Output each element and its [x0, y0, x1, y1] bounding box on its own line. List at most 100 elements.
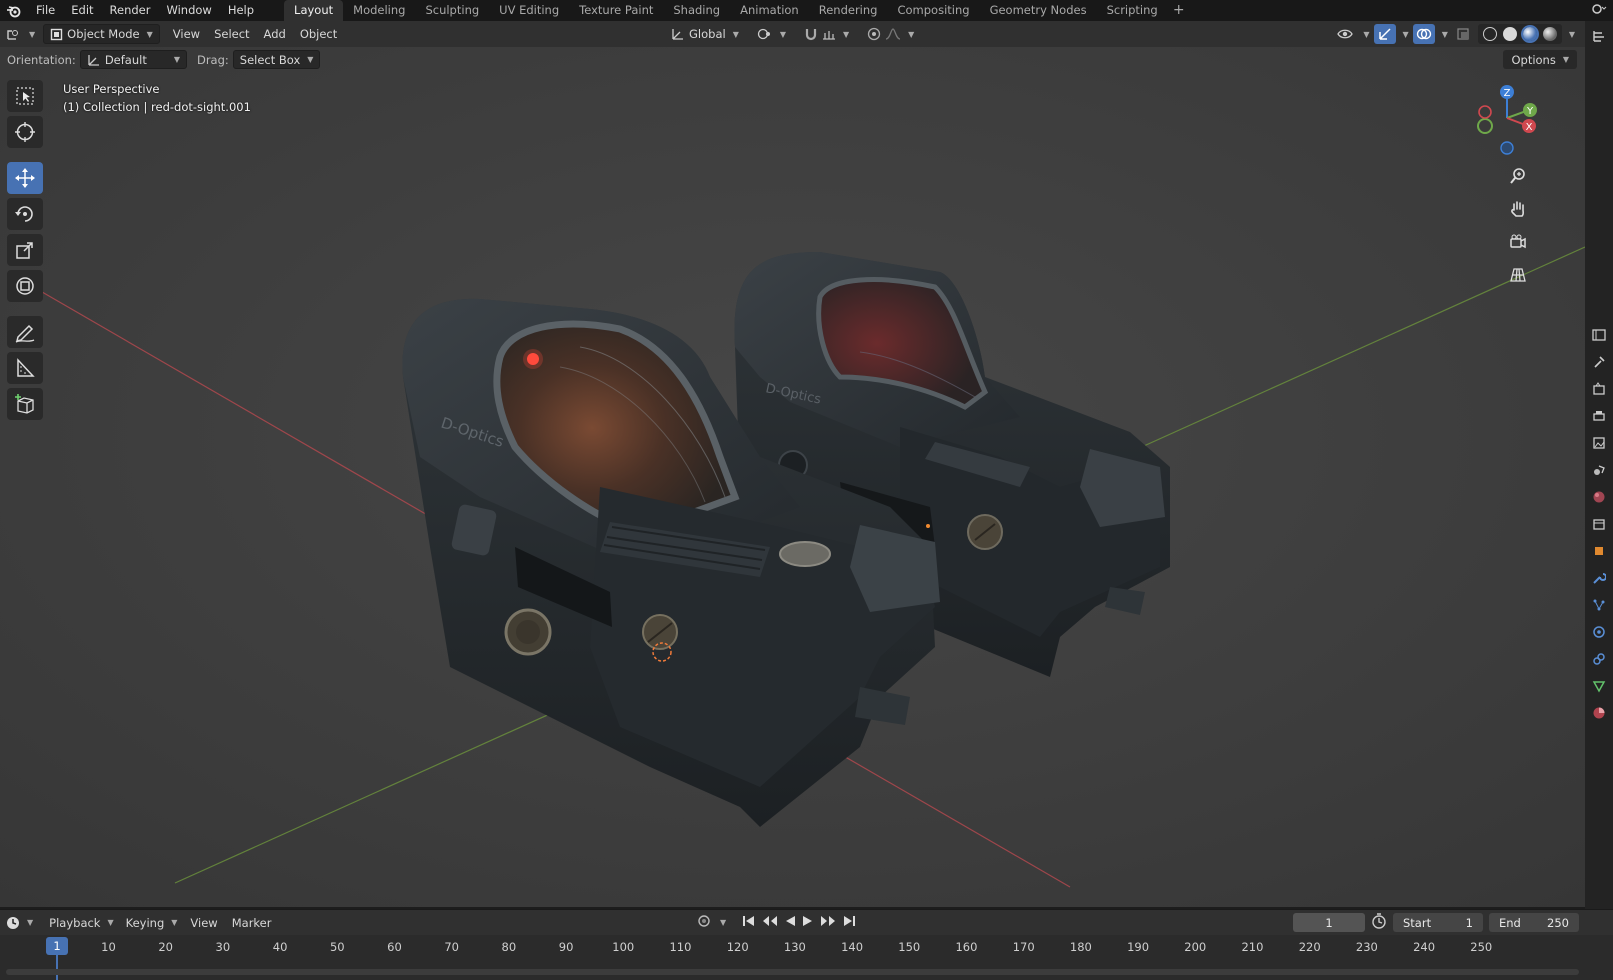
modifier-properties-tab[interactable]	[1585, 564, 1613, 591]
view-layer-properties-tab[interactable]	[1585, 429, 1613, 456]
tool-properties-tab[interactable]	[1585, 348, 1613, 375]
editor-type-button[interactable]: ▼	[0, 24, 41, 44]
rotate-tool[interactable]	[7, 198, 43, 230]
visibility-dropdown[interactable]	[1334, 24, 1356, 44]
play-reverse-icon[interactable]	[784, 915, 796, 930]
move-tool[interactable]	[7, 162, 43, 194]
particles-icon	[1593, 599, 1605, 610]
current-frame-indicator[interactable]: 1	[46, 937, 68, 955]
drag-dropdown[interactable]: Select Box ▼	[232, 50, 321, 69]
gizmo-y-label: Y	[1526, 106, 1534, 117]
overlays-toggle[interactable]	[1412, 24, 1435, 44]
transform-tool[interactable]	[7, 270, 43, 302]
tab-sculpting[interactable]: Sculpting	[415, 0, 489, 21]
collection-properties-tab[interactable]	[1585, 510, 1613, 537]
options-dropdown[interactable]: Options ▼	[1503, 50, 1577, 69]
preview-range-icon[interactable]	[1371, 913, 1387, 932]
pivot-point-dropdown[interactable]: ▼	[751, 24, 792, 44]
menu-add[interactable]: Add	[257, 21, 293, 47]
jump-to-keyframe-next-icon[interactable]	[820, 915, 836, 930]
solid-shading-icon[interactable]	[1502, 27, 1517, 41]
current-frame-field[interactable]: 1	[1293, 913, 1365, 932]
physics-properties-tab[interactable]	[1585, 618, 1613, 645]
render-properties-tab[interactable]	[1585, 375, 1613, 402]
camera-view-button[interactable]	[1505, 229, 1531, 255]
timeline-scrollbar[interactable]	[6, 969, 1579, 975]
start-frame-field[interactable]: Start 1	[1393, 913, 1483, 932]
timeline-marker-menu[interactable]: Marker	[225, 910, 279, 936]
orientation-dropdown[interactable]: Default ▼	[79, 50, 187, 69]
constraint-properties-tab[interactable]	[1585, 645, 1613, 672]
properties-toggle[interactable]	[1585, 321, 1613, 348]
jump-to-keyframe-prev-icon[interactable]	[762, 915, 778, 930]
select-box-tool[interactable]	[7, 80, 43, 112]
object-properties-tab[interactable]	[1585, 537, 1613, 564]
gizmo-toggle[interactable]	[1373, 24, 1396, 44]
jump-to-start-icon[interactable]	[742, 915, 756, 930]
viewport-scene[interactable]: D-Optics D-Optics	[0, 47, 1585, 907]
tool-settings-icon	[1594, 355, 1605, 368]
tab-scripting[interactable]: Scripting	[1097, 0, 1168, 21]
world-properties-tab[interactable]	[1585, 483, 1613, 510]
navigation-gizmo[interactable]: Z Y X	[1467, 82, 1547, 162]
menu-select[interactable]: Select	[207, 21, 256, 47]
frame-tick-label: 80	[501, 940, 517, 954]
cursor-tool[interactable]	[7, 116, 43, 148]
tab-uv-editing[interactable]: UV Editing	[489, 0, 569, 21]
keying-menu[interactable]: Keying ▼	[120, 913, 184, 933]
xray-toggle[interactable]	[1452, 24, 1474, 44]
proportional-edit-toggle[interactable]: ▼	[861, 24, 920, 44]
blender-logo-icon[interactable]	[0, 0, 28, 21]
perspective-toggle-button[interactable]	[1505, 262, 1531, 288]
timeline-editor-type-button[interactable]: ▼	[0, 913, 39, 933]
playback-menu[interactable]: Playback ▼	[43, 913, 119, 933]
output-properties-tab[interactable]	[1585, 402, 1613, 429]
snap-toggle[interactable]: ▼	[798, 24, 855, 44]
tab-texture-paint[interactable]: Texture Paint	[569, 0, 663, 21]
mode-dropdown[interactable]: Object Mode ▼	[43, 24, 160, 44]
tab-animation[interactable]: Animation	[730, 0, 809, 21]
3d-viewport[interactable]: D-Optics D-Optics User Perspective (1) C…	[0, 47, 1585, 907]
pan-button[interactable]	[1505, 196, 1531, 222]
menu-object[interactable]: Object	[293, 21, 344, 47]
scene-icon[interactable]	[1591, 2, 1607, 19]
jump-to-end-icon[interactable]	[842, 915, 856, 930]
keying-label: Keying	[125, 915, 165, 930]
tab-compositing[interactable]: Compositing	[887, 0, 979, 21]
chevron-down-icon: ▼	[1441, 29, 1448, 39]
end-frame-field[interactable]: End 250	[1489, 913, 1579, 932]
scene-properties-tab[interactable]	[1585, 456, 1613, 483]
auto-keying-icon[interactable]	[697, 914, 711, 931]
outliner-toggle[interactable]	[1585, 21, 1613, 51]
data-properties-tab[interactable]	[1585, 672, 1613, 699]
tab-geometry-nodes[interactable]: Geometry Nodes	[980, 0, 1097, 21]
menu-view[interactable]: View	[166, 21, 207, 47]
object-mode-icon	[50, 28, 63, 40]
measure-tool[interactable]	[7, 352, 43, 384]
scale-tool[interactable]	[7, 234, 43, 266]
menu-help[interactable]: Help	[220, 0, 262, 21]
tab-shading[interactable]: Shading	[663, 0, 730, 21]
shading-mode-group	[1477, 24, 1562, 44]
menu-edit[interactable]: Edit	[63, 0, 101, 21]
transform-orientation-dropdown[interactable]: Global ▼	[665, 24, 745, 44]
timeline-view-menu[interactable]: View	[183, 910, 224, 936]
particle-properties-tab[interactable]	[1585, 591, 1613, 618]
add-workspace-button[interactable]: +	[1168, 0, 1190, 21]
timeline-area[interactable]: 1 10 20 30 40 50 60 70 80 90 100 110 120 130 140 150 16…	[0, 935, 1613, 980]
menu-file[interactable]: File	[28, 0, 63, 21]
play-icon[interactable]	[802, 915, 814, 930]
menu-window[interactable]: Window	[158, 0, 219, 21]
frame-tick-label: 150	[898, 940, 921, 954]
tab-layout[interactable]: Layout	[284, 0, 344, 21]
material-preview-icon[interactable]	[1520, 25, 1539, 43]
tab-rendering[interactable]: Rendering	[809, 0, 888, 21]
material-properties-tab[interactable]	[1585, 699, 1613, 726]
rendered-shading-icon[interactable]	[1542, 27, 1557, 41]
add-cube-tool[interactable]	[7, 388, 43, 420]
zoom-button[interactable]	[1505, 163, 1531, 189]
annotate-tool[interactable]	[7, 316, 43, 348]
menu-render[interactable]: Render	[102, 0, 159, 21]
tab-modeling[interactable]: Modeling	[343, 0, 415, 21]
wireframe-shading-icon[interactable]	[1482, 27, 1497, 41]
